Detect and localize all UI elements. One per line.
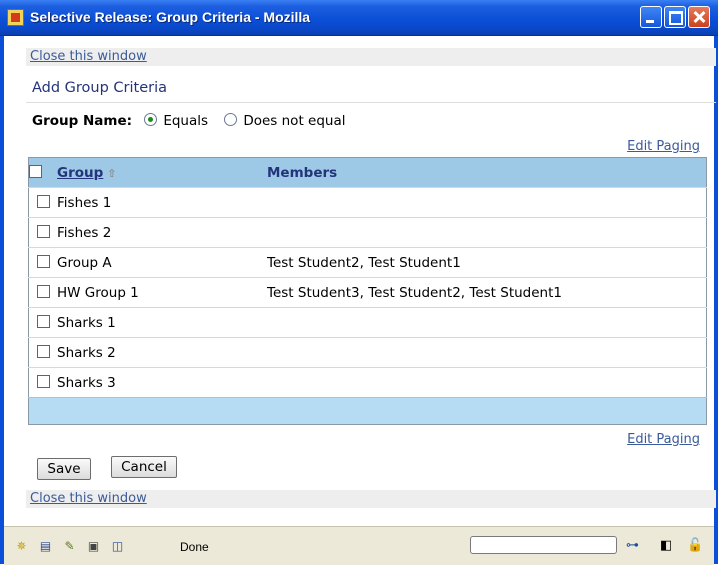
group-cell: Sharks 3 xyxy=(57,367,267,398)
close-bar-bottom: Close this window xyxy=(26,490,716,508)
row-checkbox[interactable] xyxy=(36,374,50,388)
group-name-criteria: Group Name: Equals Does not equal xyxy=(32,113,349,129)
composer-icon[interactable]: ✎ xyxy=(62,539,77,553)
edit-paging-link-bottom[interactable]: Edit Paging xyxy=(627,432,700,447)
table-row: Group A Test Student2, Test Student1 xyxy=(28,247,707,278)
row-checkbox[interactable] xyxy=(36,254,50,268)
save-button[interactable]: Save xyxy=(37,458,91,480)
status-bar: ✵ ▤ ✎ ▣ ◫ Done ⊶ ◧ 🔓 xyxy=(4,526,714,565)
groups-table: Group ⇧ Members Fishes 1 Fishes 2 Group A… xyxy=(28,157,707,425)
table-row: Fishes 1 xyxy=(28,187,707,218)
table-row: Sharks 1 xyxy=(28,307,707,338)
does-not-equal-radio[interactable] xyxy=(224,113,238,126)
window-frame-right xyxy=(714,36,718,564)
row-checkbox[interactable] xyxy=(36,344,50,358)
does-not-equal-label: Does not equal xyxy=(243,113,346,129)
close-window-link-bottom[interactable]: Close this window xyxy=(30,490,147,508)
members-cell xyxy=(267,217,707,248)
address-book-icon[interactable]: ▣ xyxy=(86,539,101,553)
table-header-row: Group ⇧ Members xyxy=(28,157,707,188)
mail-icon[interactable]: ▤ xyxy=(38,539,53,553)
cookie-icon[interactable]: ◧ xyxy=(660,538,672,553)
group-cell: Sharks 1 xyxy=(57,307,267,338)
members-cell xyxy=(267,367,707,398)
group-column-header[interactable]: Group xyxy=(57,165,103,181)
window-title: Selective Release: Group Criteria - Mozi… xyxy=(30,9,311,25)
close-window-link-top[interactable]: Close this window xyxy=(30,48,147,66)
members-cell: Test Student2, Test Student1 xyxy=(267,247,707,278)
select-all-checkbox[interactable] xyxy=(29,164,42,178)
navigator-icon[interactable]: ✵ xyxy=(14,539,29,553)
members-column-header: Members xyxy=(267,157,707,188)
sort-ascending-icon[interactable]: ⇧ xyxy=(107,167,116,180)
group-cell: Fishes 1 xyxy=(57,187,267,218)
close-bar-top: Close this window xyxy=(26,48,716,66)
app-icon xyxy=(7,9,24,26)
members-cell xyxy=(267,307,707,338)
window-titlebar: Selective Release: Group Criteria - Mozi… xyxy=(0,0,718,36)
row-checkbox[interactable] xyxy=(36,194,50,208)
maximize-button[interactable] xyxy=(664,6,686,28)
group-cell: Group A xyxy=(57,247,267,278)
group-cell: Sharks 2 xyxy=(57,337,267,368)
table-row: HW Group 1 Test Student3, Test Student2,… xyxy=(28,277,707,308)
members-cell: Test Student3, Test Student2, Test Stude… xyxy=(267,277,707,308)
members-cell xyxy=(267,337,707,368)
edit-paging-link-top[interactable]: Edit Paging xyxy=(627,139,700,154)
lock-icon[interactable]: 🔓 xyxy=(687,538,703,553)
minimize-button[interactable] xyxy=(640,6,662,28)
page-content: Close this window Add Group Criteria Gro… xyxy=(4,36,716,526)
divider xyxy=(26,102,716,103)
group-cell: HW Group 1 xyxy=(57,277,267,308)
table-row: Fishes 2 xyxy=(28,217,707,248)
criteria-label: Group Name: xyxy=(32,113,133,129)
row-checkbox[interactable] xyxy=(36,314,50,328)
row-checkbox[interactable] xyxy=(36,224,50,238)
group-cell: Fishes 2 xyxy=(57,217,267,248)
chat-icon[interactable]: ◫ xyxy=(110,539,125,553)
close-window-button[interactable] xyxy=(688,6,710,28)
cancel-button[interactable]: Cancel xyxy=(111,456,177,478)
page-title: Add Group Criteria xyxy=(32,80,168,96)
table-footer-row xyxy=(28,397,707,425)
row-checkbox[interactable] xyxy=(36,284,50,298)
online-status-icon[interactable]: ⊶ xyxy=(626,538,639,553)
status-text: Done xyxy=(180,540,209,554)
progress-field xyxy=(470,536,617,554)
equals-label: Equals xyxy=(163,113,209,129)
members-cell xyxy=(267,187,707,218)
table-row: Sharks 3 xyxy=(28,367,707,398)
equals-radio[interactable] xyxy=(144,113,158,126)
table-row: Sharks 2 xyxy=(28,337,707,368)
